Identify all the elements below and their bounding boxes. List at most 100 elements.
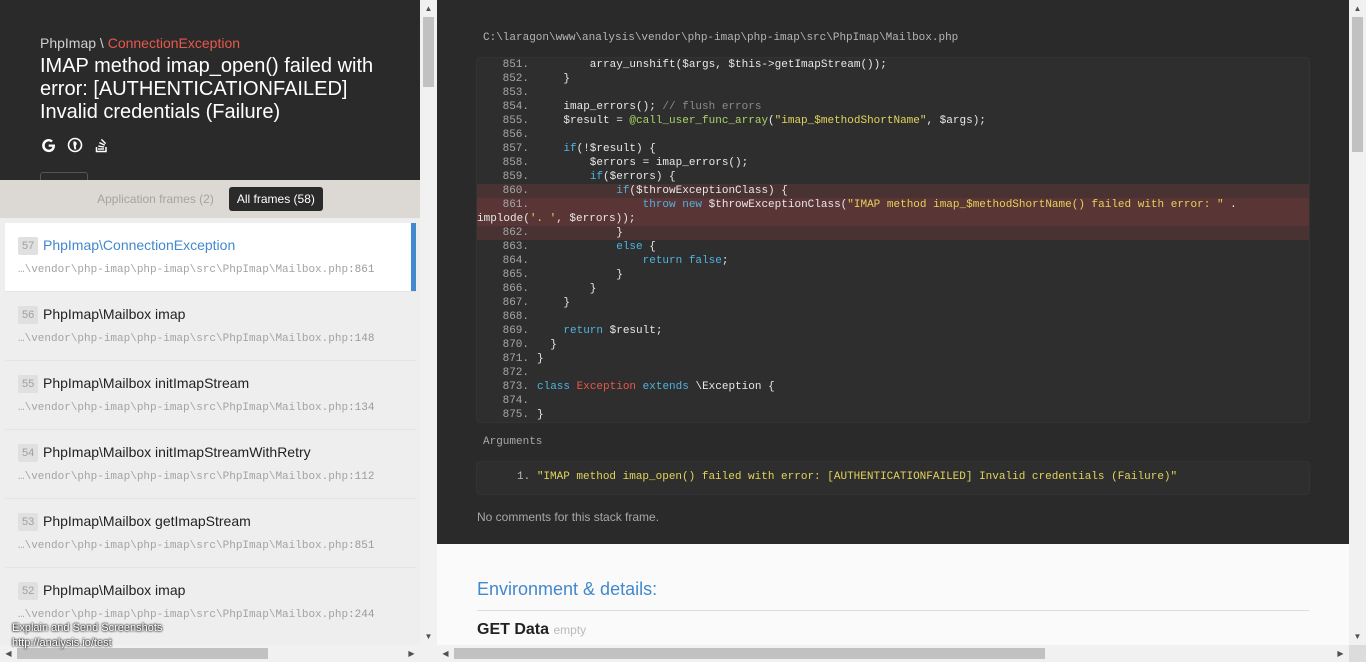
frame-class: PhpImap\Mailbox initImapStream xyxy=(43,375,250,391)
code-line: 865. } xyxy=(477,268,1309,282)
code-line: 869. return $result; xyxy=(477,324,1309,338)
code-text: return false; xyxy=(642,255,729,267)
google-icon[interactable] xyxy=(40,137,56,153)
code-text: if(!$result) { xyxy=(563,143,656,155)
code-text: } xyxy=(537,283,597,295)
frame-class: PhpImap\Mailbox getImapStream xyxy=(43,513,251,529)
left-vertical-scrollbar[interactable]: ▲ ▼ xyxy=(420,0,437,662)
code-line: implode('. ', $errors)); xyxy=(477,212,1309,226)
line-number: 856. xyxy=(502,129,529,141)
scroll-thumb[interactable] xyxy=(423,17,434,87)
scroll-right-icon[interactable]: ▶ xyxy=(1332,645,1349,662)
code-text: return $result; xyxy=(563,325,663,337)
code-line: 873. class Exception extends \Exception { xyxy=(477,380,1309,394)
code-line: 859. if($errors) { xyxy=(477,170,1309,184)
line-number: 861. xyxy=(502,199,529,211)
application-frames-toggle[interactable]: Application frames (2) xyxy=(97,188,214,210)
right-vertical-scrollbar[interactable]: ▲ ▼ xyxy=(1349,0,1366,645)
exception-class: PhpImap \ ConnectionException xyxy=(40,35,240,51)
exception-header: PhpImap \ ConnectionException IMAP metho… xyxy=(0,0,420,182)
code-line: 853. xyxy=(477,86,1309,100)
scroll-left-icon[interactable]: ◀ xyxy=(437,645,454,662)
code-line: 860. if($throwExceptionClass) { xyxy=(477,184,1309,198)
frame-item[interactable]: 56 PhpImap\Mailbox imap …\vendor\php-ima… xyxy=(5,292,416,361)
code-line: 870. } xyxy=(477,338,1309,352)
footer-links: Explain and Send Screenshots http://anal… xyxy=(12,621,162,651)
scrollbar-corner xyxy=(1349,645,1366,662)
empty-label: empty xyxy=(553,623,587,637)
line-number: 875. xyxy=(502,409,529,421)
line-number: 859. xyxy=(502,171,529,183)
file-path[interactable]: C:\laragon\www\analysis\vendor\php-imap\… xyxy=(483,32,958,44)
code-line: 855. $result = @call_user_func_array("im… xyxy=(477,114,1309,128)
all-frames-toggle[interactable]: All frames (58) xyxy=(228,187,323,211)
code-text: $errors = imap_errors(); xyxy=(537,157,749,169)
scroll-right-icon[interactable]: ▶ xyxy=(403,645,420,662)
line-number: 867. xyxy=(502,297,529,309)
search-links xyxy=(40,136,110,154)
line-number: 857. xyxy=(502,143,529,155)
frame-file: …\vendor\php-imap\php-imap\src\PhpImap\M… xyxy=(18,471,375,483)
line-number: 865. xyxy=(502,269,529,281)
right-horizontal-scrollbar[interactable]: ◀ ▶ xyxy=(437,645,1349,662)
frame-class: PhpImap\Mailbox imap xyxy=(43,306,186,322)
scroll-up-icon[interactable]: ▲ xyxy=(420,0,437,17)
code-text: } xyxy=(537,297,571,309)
line-number: 872. xyxy=(502,367,529,379)
line-number: 854. xyxy=(502,101,529,113)
environment-title: Environment & details: xyxy=(477,579,658,599)
frame-item[interactable]: 55 PhpImap\Mailbox initImapStream …\vend… xyxy=(5,361,416,430)
scroll-down-icon[interactable]: ▼ xyxy=(420,628,437,645)
code-text: } xyxy=(537,409,544,421)
scroll-up-icon[interactable]: ▲ xyxy=(1349,0,1366,17)
code-text: } xyxy=(537,73,571,85)
scroll-thumb[interactable] xyxy=(1352,17,1363,152)
code-line: 874. xyxy=(477,394,1309,408)
frame-index: 55 xyxy=(18,375,39,393)
code-text: } xyxy=(537,339,557,351)
code-text: else { xyxy=(616,241,656,253)
stackoverflow-icon[interactable] xyxy=(94,137,110,153)
code-line: 875.} xyxy=(477,408,1309,422)
explain-link[interactable]: Explain and Send Screenshots xyxy=(12,621,162,636)
code-text: class Exception extends \Exception { xyxy=(537,381,775,393)
frame-item[interactable]: 54 PhpImap\Mailbox initImapStreamWithRet… xyxy=(5,430,416,499)
frame-item[interactable]: 53 PhpImap\Mailbox getImapStream …\vendo… xyxy=(5,499,416,568)
frame-index: 57 xyxy=(18,237,39,255)
code-line: 852. } xyxy=(477,72,1309,86)
code-line: 867. } xyxy=(477,296,1309,310)
code-text: array_unshift($args, $this->getImapStrea… xyxy=(537,59,887,71)
code-line: 857. if(!$result) { xyxy=(477,142,1309,156)
line-number: 864. xyxy=(502,255,529,267)
line-number: 868. xyxy=(502,311,529,323)
duckduckgo-icon[interactable] xyxy=(67,137,83,153)
code-text: } xyxy=(537,227,623,239)
exception-class-name: ConnectionException xyxy=(107,35,241,51)
code-line: 871.} xyxy=(477,352,1309,366)
line-number: 873. xyxy=(502,381,529,393)
code-line: 851. array_unshift($args, $this->getImap… xyxy=(477,58,1309,72)
line-number: 871. xyxy=(502,353,529,365)
exception-message: IMAP method imap_open() failed with erro… xyxy=(40,55,374,123)
line-number: 866. xyxy=(502,283,529,295)
frame-item[interactable]: 57 PhpImap\ConnectionException …\vendor\… xyxy=(5,223,416,292)
code-text: $result = @call_user_func_array("imap_$m… xyxy=(537,115,986,127)
frame-index: 53 xyxy=(18,513,39,531)
frame-filters: Application frames (2) All frames (58) xyxy=(0,180,420,218)
frame-index: 54 xyxy=(18,444,39,462)
arguments-label: Arguments xyxy=(483,436,543,448)
scroll-thumb[interactable] xyxy=(454,648,1045,659)
footer-url[interactable]: http://analysis.io/test xyxy=(12,636,162,651)
scroll-down-icon[interactable]: ▼ xyxy=(1349,628,1366,645)
get-data-heading: GET Data empty xyxy=(477,621,587,638)
line-number: 853. xyxy=(502,87,529,99)
frame-file: …\vendor\php-imap\php-imap\src\PhpImap\M… xyxy=(18,540,375,552)
right-panel: C:\laragon\www\analysis\vendor\php-imap\… xyxy=(437,0,1366,662)
details-section: Environment & details: GET Data empty xyxy=(437,544,1349,645)
frame-file: …\vendor\php-imap\php-imap\src\PhpImap\M… xyxy=(18,402,375,414)
frame-file: …\vendor\php-imap\php-imap\src\PhpImap\M… xyxy=(18,333,375,345)
comments-text: No comments for this stack frame. xyxy=(477,510,660,524)
frame-file: …\vendor\php-imap\php-imap\src\PhpImap\M… xyxy=(18,264,375,276)
frame-class: PhpImap\Mailbox initImapStreamWithRetry xyxy=(43,444,311,460)
code-section: C:\laragon\www\analysis\vendor\php-imap\… xyxy=(437,0,1349,544)
